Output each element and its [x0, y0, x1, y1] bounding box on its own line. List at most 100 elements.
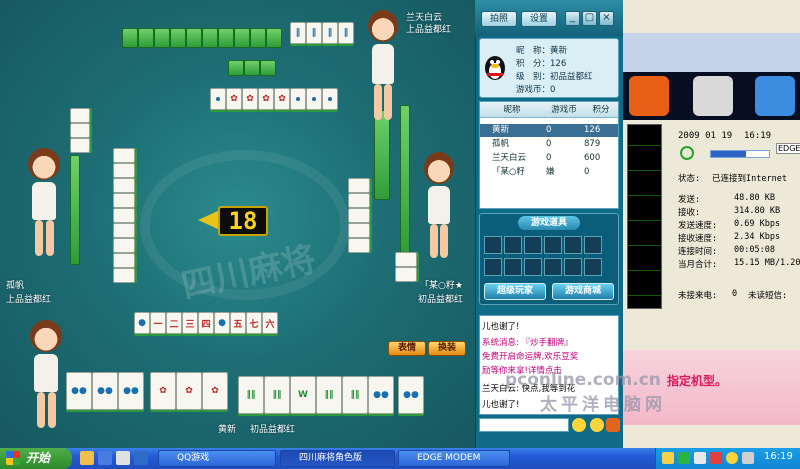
hand-tile[interactable]: ●● [398, 376, 424, 414]
hand-tile[interactable]: ‖‖ [316, 376, 342, 414]
item-slot[interactable] [524, 236, 542, 254]
hand-tile[interactable]: ‖‖ [238, 376, 264, 414]
left-player-rank: 上品益都红 [6, 295, 52, 305]
item-slot[interactable] [544, 258, 562, 276]
stat-value: 00:05:08 [734, 245, 775, 255]
mahjong-table: 四川麻将 ✿ ✿ ✿ ✿ ∥ ∥ ∥ ∥ ● 一 二 三 四 ● 五 七 六 1… [0, 0, 475, 448]
items-panel: 游戏道具 超级玩家 游戏商城 [479, 213, 619, 305]
item-slot[interactable] [504, 236, 522, 254]
score-label: 积 分： [516, 59, 551, 69]
missed-calls-label: 未接来电: [678, 291, 718, 301]
stat-label: 接收: [678, 208, 701, 218]
item-slot[interactable] [484, 258, 502, 276]
tray-icon[interactable] [742, 452, 754, 464]
player-list-row[interactable]: 孤帆 0 879 [480, 138, 618, 151]
player-list-row[interactable]: 黄新 0 126 [480, 124, 618, 137]
self-player-rank: 初品益都红 [250, 425, 296, 435]
right-player-rank: 初品益都红 [418, 295, 464, 305]
item-slot[interactable] [504, 258, 522, 276]
chat-line: 免费开启命运牌,欢乐豆奖 [482, 352, 579, 362]
stat-value: 48.80 KB [734, 193, 775, 203]
expression-button[interactable]: 表情 [388, 341, 426, 356]
restore-button[interactable]: ▢ [582, 11, 597, 26]
network-icon[interactable] [755, 76, 795, 116]
status-value: 已连接到Internet [712, 174, 787, 184]
tray-icon[interactable] [662, 452, 674, 464]
player-list-header-name[interactable]: 昵称 [480, 102, 544, 118]
item-slot[interactable] [544, 236, 562, 254]
nickname-value: 黄新 [550, 46, 568, 56]
game-mall-button[interactable]: 游戏商城 [552, 283, 614, 300]
signal-graph [627, 124, 662, 309]
chat-input[interactable] [479, 418, 569, 432]
ad-text: 指定机型。 [667, 374, 728, 388]
sms-icon[interactable] [693, 76, 733, 116]
level-value: 初品益都红 [550, 72, 593, 82]
item-slot[interactable] [564, 236, 582, 254]
clock[interactable]: 16:19 [764, 451, 793, 462]
score-value: 126 [550, 59, 567, 69]
quicklaunch-icon[interactable] [134, 451, 148, 465]
quicklaunch-icon[interactable] [80, 451, 94, 465]
stat-label: 接收速度: [678, 234, 718, 244]
status-label: 状态: [678, 174, 701, 184]
stat-value: 314.80 KB [734, 206, 781, 216]
dial-icon[interactable] [629, 76, 669, 116]
settings-button[interactable]: 设置 [521, 11, 557, 27]
hand-tile[interactable]: W [290, 376, 316, 414]
hand-tile[interactable]: ●● [368, 376, 394, 414]
coins-label: 游戏币： [516, 85, 551, 95]
hand-tile[interactable]: ✿ [176, 372, 202, 410]
item-slot[interactable] [584, 236, 602, 254]
tray-icon[interactable] [710, 452, 722, 464]
player-list-row[interactable]: 「某○籽 嫌 0 [480, 166, 618, 179]
close-button[interactable]: × [599, 11, 614, 26]
minimize-button[interactable]: _ [565, 11, 580, 26]
send-icon[interactable] [606, 418, 620, 432]
stat-label: 发送速度: [678, 221, 718, 231]
hand-tile[interactable]: ✿ [150, 372, 176, 410]
tray-icon[interactable] [694, 452, 706, 464]
hand-tile[interactable]: ‖‖ [342, 376, 368, 414]
coins-value: 0 [550, 85, 556, 95]
costume-button[interactable]: 换装 [428, 341, 466, 356]
hand-tile[interactable]: ‖‖ [264, 376, 290, 414]
avatar-left-player [22, 148, 66, 260]
hand-tile[interactable]: ●● [92, 372, 118, 410]
tray-icon[interactable] [726, 452, 738, 464]
task-qq-games[interactable]: QQ游戏 [158, 450, 276, 467]
modem-time: 16:19 [744, 131, 772, 141]
signal-strength-bar [710, 150, 770, 158]
task-edge-modem[interactable]: EDGE MODEM [398, 450, 510, 467]
emoji-icon[interactable] [590, 418, 604, 432]
photo-button[interactable]: 拍照 [481, 11, 517, 27]
emoji-icon[interactable] [572, 418, 586, 432]
remaining-tiles-counter: 18 [218, 206, 268, 236]
tray-icon[interactable] [678, 452, 690, 464]
stat-label: 当月合计: [678, 260, 718, 270]
quicklaunch-icon[interactable] [116, 451, 130, 465]
task-sichuan-mahjong[interactable]: 四川麻将角色版 [280, 450, 395, 467]
super-player-button[interactable]: 超级玩家 [484, 283, 546, 300]
player-list-header-score[interactable]: 积分 [584, 102, 618, 118]
stat-value: 0.69 Kbps [734, 219, 781, 229]
watermark-name: 太平洋电脑网 [540, 395, 666, 415]
item-slot[interactable] [584, 258, 602, 276]
unread-sms-label: 未读短信: [748, 291, 788, 301]
item-slot[interactable] [484, 236, 502, 254]
stat-label: 发送: [678, 195, 701, 205]
avatar-top-player [362, 10, 402, 125]
hand-tile[interactable]: ●● [118, 372, 144, 410]
player-list-header-coins[interactable]: 游戏币 [544, 102, 584, 118]
hand-tile[interactable]: ●● [66, 372, 92, 410]
stat-label: 连接时间: [678, 247, 718, 257]
right-player-name: 「某○籽★ [420, 281, 463, 291]
missed-calls-value: 0 [732, 289, 738, 299]
player-list-row[interactable]: 兰天白云 0 600 [480, 152, 618, 165]
items-panel-title: 游戏道具 [518, 216, 580, 230]
item-slot[interactable] [564, 258, 582, 276]
stat-value: 15.15 MB/1.20 [734, 258, 800, 268]
quicklaunch-icon[interactable] [98, 451, 112, 465]
hand-tile[interactable]: ✿ [202, 372, 228, 410]
item-slot[interactable] [524, 258, 542, 276]
